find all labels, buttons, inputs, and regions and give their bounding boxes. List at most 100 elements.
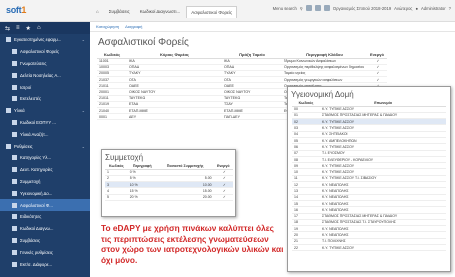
sidebar-item[interactable]: Εγκατεστημένες εφαρμ... ⌄ [0,34,90,46]
sidebar-item[interactable]: Δελτία Νοσηλείας Α... [0,69,90,81]
collapse-icon[interactable]: ⇆ [5,25,10,32]
item-icon [12,190,17,196]
item-icon [12,214,17,220]
sidebar-item-label: Εκτελεστές [20,96,42,102]
sidebar-item-label: Υγειονομική Δο... [20,190,53,196]
sidebar-item[interactable]: Κατηγορίες Υλ... [0,152,90,164]
home-icon[interactable]: ⌂ [92,6,103,18]
item-icon [12,131,17,137]
table-row[interactable]: 5 20 % 20.00 ✓ [105,194,233,202]
user-info[interactable]: Οργανισμός Σπιτιού 2018-2019 [333,6,391,11]
sidebar-item[interactable]: Ιατροί [0,81,90,93]
symmetoxi-table: Κωδικός Περιγραφή Ποσοστό Συμμετοχής Ενεργό… [105,163,233,202]
table-row[interactable]: 22 Κ.Υ. ΤΥΠΙΚΕ ΑΣΣΟΥ [292,244,446,252]
column-header[interactable]: Κύριος Φορέας [127,51,222,59]
sidebar-item[interactable]: Συμμετοχή [0,176,90,188]
item-icon [12,202,17,208]
sidebar-item-label: Υλικά [14,108,25,114]
column-header[interactable]: Κωδικός [97,51,127,59]
table-cell: 20 % [127,194,157,202]
sidebar-item[interactable]: Ρυθμίσεις ⌄ [0,140,90,152]
tab-symvaseis[interactable]: Συμβάσεις [105,6,134,18]
sidebar-item-label: Γενικές ρυθμίσεις [20,249,53,255]
sidebar-item-label: Συμμετοχή [20,178,41,184]
top-right-controls: Menu search ⚲ Οργανισμός Σπιτιού 2018-20… [273,5,451,11]
column-header[interactable]: Ενεργό [367,51,387,59]
tab-strip: ⌂ Συμβάσεις Κωδικοί Διαγνωστι... Ασφαλισ… [92,6,238,19]
sidebar-item[interactable]: Ασφαλιστικοί Φ... [0,199,90,211]
star-icon[interactable]: ★ [26,25,31,32]
promo-caption: Το eDAPY με χρήση πινάκων καλύπτει όλες … [101,223,284,265]
admin-label[interactable]: Administrator [421,6,446,11]
column-header[interactable]: Πράξη Ταμείο [222,51,282,59]
sidebar-item-label: Ρυθμίσεις [14,143,33,149]
toolbar: Καταχώρηση Διαγραφή [90,22,455,32]
sidebar-item[interactable]: Εκτελεστές [0,93,90,105]
item-icon [12,178,17,184]
menu-search[interactable]: Menu search [273,6,297,11]
item-icon [12,119,17,125]
table-cell: 0001 [97,113,127,121]
tab-kodikoi[interactable]: Κωδικοί Διαγνωστι... [136,6,185,18]
item-icon [6,108,11,114]
help-icon[interactable]: ? [449,6,451,11]
info-icon[interactable] [323,5,330,11]
item-icon [12,261,17,267]
grid-icon[interactable] [305,5,312,11]
sidebar-item[interactable]: Εκτ/σ. Διάφορε... [0,258,90,270]
sidebar-item[interactable]: Υλικά ⌄ [0,105,90,117]
sidebar-item[interactable]: Υλικά Αναζήτ... [0,128,90,140]
sidebar-item-label: Υλικά Αναζήτ... [20,131,49,137]
sidebar-item-label: Γνωματεύσεις [20,60,47,66]
sidebar-item[interactable]: Δευτ. Κατηγορίες [0,164,90,176]
sidebar-item[interactable]: Κωδικοί Διαγνω... [0,223,90,235]
sidebar-item-label: Κατηγορίες Υλ... [20,155,52,161]
page-title: Ασφαλιστικοί Φορείς [98,37,189,48]
chevron-down-icon: ⌄ [81,37,85,43]
sidebar-item[interactable]: Γνωματεύσεις [0,58,90,70]
item-icon [6,37,11,43]
table-cell: ✓ [213,194,233,202]
search-icon[interactable]: ⚲ [300,6,303,11]
symmetoxi-title: Συμμετοχή [105,153,144,162]
sidebar-item[interactable]: Υγειονομική Δο... [0,187,90,199]
sidebar-item-label: Δελτία Νοσηλείας Α... [20,72,61,78]
item-icon [6,143,11,149]
home-icon[interactable]: ⌂ [37,25,41,31]
table-cell: ΔΕΥ [127,113,222,121]
new-button[interactable]: Καταχώρηση [96,24,119,29]
sidebar-item[interactable]: Συμβάσεις [0,235,90,247]
item-icon [12,249,17,255]
column-header[interactable]: Περιγραφή Κλάδου [282,51,367,59]
sidebar-item[interactable]: Γενικές ρυθμίσεις [0,246,90,258]
item-icon [12,96,17,102]
table-cell: 22 [292,244,320,252]
sidebar-item-label: Συμβάσεις [20,237,41,243]
sidebar-header: ⇆ ≡ ★ ⌂ [0,22,90,34]
bell-icon[interactable] [314,5,321,11]
sidebar-item[interactable]: Ειδικότητες [0,211,90,223]
delete-button[interactable]: Διαγραφή [125,24,142,29]
role-label[interactable]: Ανώτερος [394,6,412,11]
sidebar-item-label: Ιατροί [20,84,32,90]
ygeionomiki-popup: Υγειονομική Δομή Κωδικός Επωνυμία 00 Κ.Υ. … [287,86,451,272]
chevron-down-icon: ⌄ [81,143,85,149]
sidebar: ⇆ ≡ ★ ⌂ Εγκατεστημένες εφαρμ... ⌄ Ασφαλιστ… [0,22,90,277]
sidebar-item[interactable]: Ασφαλιστικοί Φορείς [0,46,90,58]
avatar[interactable]: ● [415,6,418,11]
table-cell: 5 [105,194,128,202]
item-icon [12,49,17,55]
sidebar-list: Εγκατεστημένες εφαρμ... ⌄ Ασφαλιστικοί Φορ… [0,34,90,270]
item-icon [12,60,17,66]
menu-icon[interactable]: ≡ [16,25,20,31]
sidebar-item-label: Κωδικοί Διαγνω... [20,226,54,232]
app-logo: soft1 [6,5,27,15]
tab-asfalistikoi[interactable]: Ασφαλιστικοί Φορείς [186,6,238,18]
sidebar-item-label: Ασφαλιστικοί Φ... [20,202,53,208]
item-icon [12,84,17,90]
sidebar-item-label: Δευτ. Κατηγορίες [20,167,53,173]
item-icon [12,226,17,232]
sidebar-item-label: Ειδικότητες [20,214,42,220]
sidebar-item[interactable]: Κωδικοί ΕΟΠΥΥ ... [0,117,90,129]
sidebar-item-label: Εκτ/σ. Διάφορε... [20,261,53,267]
